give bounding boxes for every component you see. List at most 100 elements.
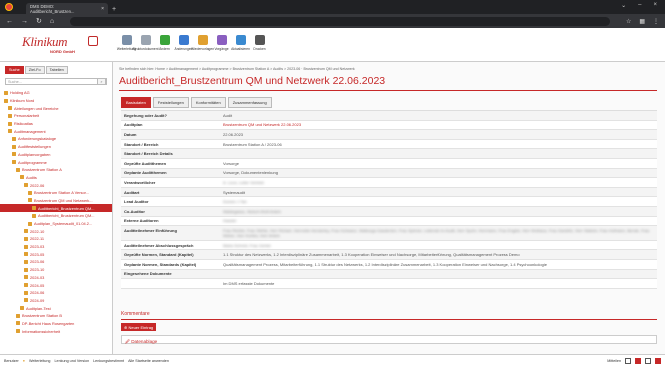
fullscreen-icon[interactable] [655,358,661,364]
tree-item[interactable]: Auditprogramme [0,158,112,166]
tree-item-label: DP-Bericht Haus Rosengarten [22,320,75,326]
tree-item[interactable]: 2023-06 [0,258,112,266]
toolbar-button-1[interactable]: Strukturdokument [132,35,159,51]
status-item-2[interactable]: Lenkungsbestimmt [93,359,124,363]
toolbar-button-4[interactable]: Wiedervorlagen [190,35,215,51]
toolbar: Weiterleitung Strukturdokument Ändern Änder… [117,35,269,51]
menu-icon[interactable]: ⋮ [653,18,659,25]
main-content: Sie befinden sich hier: Home > Auditmana… [113,62,665,354]
window-controls: ⌄ – × [621,2,657,9]
toolbar-button-7[interactable]: Drucken [250,35,269,51]
comments-divider [121,319,657,320]
minimize-icon[interactable]: – [638,2,641,9]
row-value[interactable]: Brustzentrum QM und Netzwerk 22.06.2023 [220,121,657,130]
folder-icon [16,313,20,318]
tree-item[interactable]: Informationssicherheit [0,327,112,335]
new-tab-icon[interactable]: + [112,6,116,13]
close-tab-icon[interactable]: × [101,6,104,12]
chevron-down-icon[interactable]: ⌄ [621,2,626,9]
home-icon[interactable]: ⌂ [50,18,54,25]
tree-item[interactable]: Auditplan_Systemaudit_01.04.2... [0,220,112,228]
tree-item-label: Informationssicherheit [22,328,61,334]
browser-tab[interactable]: DMS DEMO: Auditbericht_Brustzen... × [26,3,108,14]
row-value: Systemaudit [220,188,657,197]
tree-item[interactable]: Brustzentrum Station B [0,312,112,320]
sidebar-tab-search[interactable]: Suche [5,66,24,74]
row-value: Maria Schmid, Frau Gehler [220,241,657,250]
new-entry-button[interactable]: ⊕ Neuer Eintrag [121,323,157,331]
tree-item[interactable]: Brustzentrum Station A Versor... [0,189,112,197]
tree-item-label: 2024-03 [30,274,45,280]
tree-item-label: 2023-06 [30,259,45,265]
status-item-3[interactable]: Alle Startseite anwenden [128,359,169,363]
logo-mark-icon [88,36,98,46]
layout-icon[interactable] [635,358,641,364]
tree-item[interactable]: Auditfeststellungen [0,143,112,151]
toolbar-label: Wiedervorlagen [190,47,215,51]
status-share[interactable]: Mitteilen [607,359,621,363]
tree-item[interactable]: Personalarbeit [0,112,112,120]
tree-item[interactable]: Auditplan-Test [0,304,112,312]
tree-item[interactable]: 2024-09 [0,297,112,305]
tab-basisdaten[interactable]: Basisdaten [121,97,151,108]
tree-item[interactable]: Auditplanvorgaben [0,151,112,159]
browser-logo-icon [5,3,13,11]
tree-item-label: Brustzentrum Station A Versor... [34,190,89,196]
tree-item[interactable]: 2022-06 [0,181,112,189]
tree-item[interactable]: 2024-05 [0,281,112,289]
tree-item[interactable]: 2024-03 [0,274,112,282]
tree-item[interactable]: Brustzentrum QM und Netzwerk... [0,197,112,205]
toolbar-button-5[interactable]: Vorgänge [212,35,231,51]
pencil-icon [159,35,170,45]
search-input[interactable]: Suche... ⌕ [5,78,107,85]
toolbar-button-2[interactable]: Ändern [155,35,174,51]
status-item-1[interactable]: Lenkung und Version [54,359,89,363]
table-row: Im DMS erfasste Dokumente [121,279,657,289]
tree-item[interactable]: Auditmanagement [0,127,112,135]
tree-item[interactable]: Holding AG [0,89,112,97]
row-value[interactable]: Waldegassu, Neisch-Wolf-Anlein [220,207,657,216]
tree-item[interactable]: Audits [0,174,112,182]
reload-icon[interactable]: ↻ [36,17,42,25]
tree-item-label: Audits [26,174,37,180]
tree-item-label: 2022-11 [30,236,44,242]
tree-item[interactable]: Risikoatlas [0,120,112,128]
tree-item[interactable]: Anforderungskataloge [0,135,112,143]
layout-alt-icon[interactable] [645,358,651,364]
sidebar-tab-tables[interactable]: Tabellen [45,66,68,74]
tree-item[interactable]: 2023-05 [0,250,112,258]
sidebar-tab-goals[interactable]: Ziel-Fo [24,66,45,74]
tree-item[interactable]: 2024-06 [0,289,112,297]
row-value-text: Brustzentrum Station A / 2023-06 [223,141,282,147]
row-key [121,279,220,288]
search-button[interactable]: ⌕ [97,78,106,85]
folder-icon [8,106,12,111]
tab-zusammenfassung[interactable]: Zusammenfassung [227,97,272,108]
tab-konformitaeten[interactable]: Konformitäten [190,97,226,108]
tree-item[interactable]: Auditbericht_Brustzentrum QM... [0,204,112,212]
tree-item[interactable]: Abteilungen und Bereiche [0,104,112,112]
reminder-icon [197,35,208,45]
tree-item[interactable]: 2022-10 [0,227,112,235]
tree-item[interactable]: Brustzentrum Station A [0,166,112,174]
tab-feststellungen[interactable]: Feststellungen [152,97,189,108]
toolbar-button-6[interactable]: Aktualisieren [231,35,250,51]
data-storage-panel[interactable]: 🖉 Datenablage [121,335,657,344]
back-icon[interactable]: ← [6,18,13,25]
tree-item[interactable]: Klinikum Nord [0,97,112,105]
tree-item[interactable]: DP-Bericht Haus Rosengarten [0,320,112,328]
address-bar[interactable] [70,16,610,26]
row-value[interactable]: Doreen J Tan [220,197,657,206]
changes-icon [178,35,189,45]
status-item-0[interactable]: Weiterleitung [29,359,50,363]
window-icon[interactable] [625,358,631,364]
extensions-icon[interactable]: ▦ [639,18,645,25]
tree-item[interactable]: 2023-10 [0,266,112,274]
tree-item[interactable]: 2022-11 [0,235,112,243]
close-window-icon[interactable]: × [653,2,657,9]
tree-item[interactable]: 2023-03 [0,243,112,251]
bookmark-icon[interactable]: ☆ [626,18,631,25]
folder-icon [16,329,20,334]
tree-item[interactable]: Auditbericht_Brustzentrum QM... [0,212,112,220]
forward-icon[interactable]: → [21,18,28,25]
